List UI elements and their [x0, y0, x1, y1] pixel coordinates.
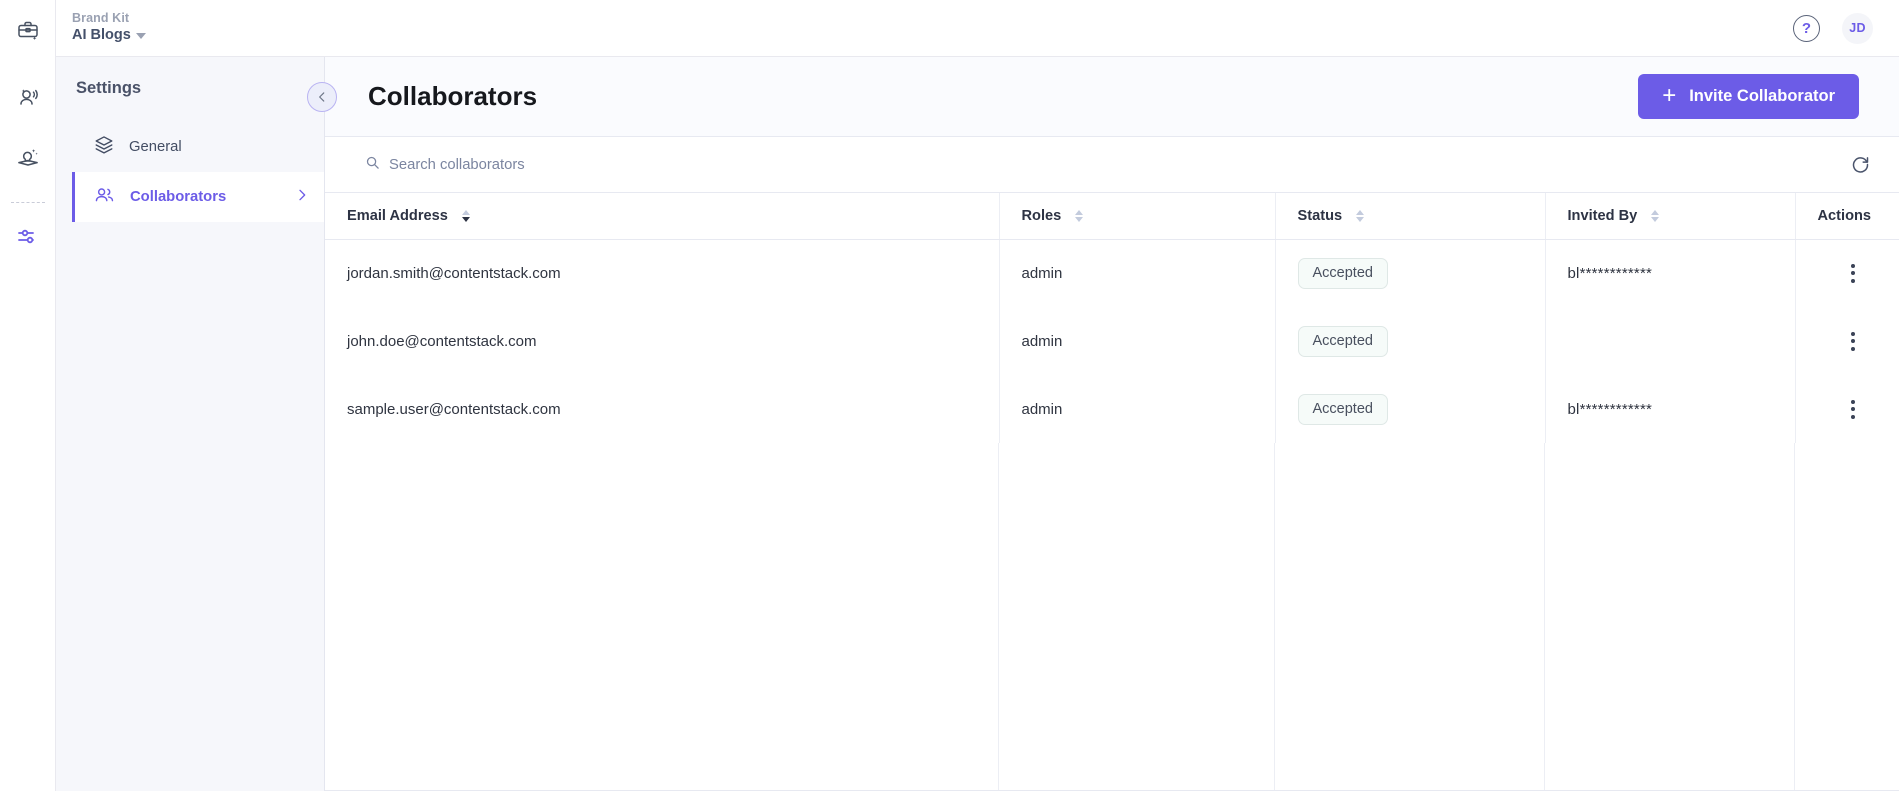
column-header-actions: Actions	[1795, 193, 1899, 240]
sort-toggle-invited-by[interactable]	[1651, 209, 1660, 222]
rail-divider	[10, 202, 45, 203]
table-empty-space	[325, 443, 1899, 790]
refresh-icon[interactable]	[1850, 154, 1871, 175]
cell-role: admin	[999, 375, 1276, 443]
search-field-group	[365, 155, 1850, 175]
collaborators-table: Email Address Roles Status Invited By Ac…	[325, 193, 1899, 443]
status-badge: Accepted	[1297, 257, 1388, 289]
brand-kit-label: Brand Kit	[72, 11, 130, 26]
status-badge: Accepted	[1297, 325, 1388, 357]
plus-icon: +	[1662, 81, 1677, 109]
app-root: Brand Kit AI Blogs ? JD Settings General…	[0, 0, 1899, 791]
row-actions-menu-icon[interactable]	[1842, 331, 1864, 351]
table-header-row: Email Address Roles Status Invited By Ac…	[325, 193, 1899, 240]
cell-invited-by	[1545, 307, 1796, 375]
sidebar-item-collaborators[interactable]: Collaborators	[72, 172, 324, 222]
cell-email: sample.user@contentstack.com	[325, 375, 1000, 443]
table-row[interactable]: sample.user@contentstack.com admin Accep…	[325, 375, 1899, 443]
sliders-icon[interactable]	[8, 217, 48, 257]
status-badge: Accepted	[1297, 393, 1388, 425]
row-actions-menu-icon[interactable]	[1842, 399, 1864, 419]
search-input[interactable]	[389, 156, 729, 173]
search-row	[325, 137, 1899, 193]
users-icon	[93, 184, 116, 211]
column-label: Actions	[1817, 207, 1872, 224]
column-header-status[interactable]: Status	[1275, 193, 1546, 240]
cell-email: john.doe@contentstack.com	[325, 307, 1000, 375]
content-panel: Collaborators + Invite Collaborator Sear…	[307, 57, 1899, 791]
cell-status: Accepted	[1275, 375, 1546, 443]
table-body: jordan.smith@contentstack.com admin Acce…	[325, 239, 1899, 443]
invite-collaborator-label: Invite Collaborator	[1689, 87, 1835, 105]
briefcase-sparkle-icon[interactable]	[8, 10, 48, 50]
row-actions-menu-icon[interactable]	[1842, 263, 1864, 283]
cell-status: Accepted	[1275, 239, 1546, 307]
cell-invited-by: bl************	[1545, 375, 1796, 443]
back-button[interactable]	[307, 81, 337, 112]
column-label: Invited By	[1567, 207, 1638, 224]
column-header-roles[interactable]: Roles	[999, 193, 1276, 240]
cell-actions	[1795, 239, 1899, 307]
left-icon-rail	[0, 0, 56, 791]
page-header: Collaborators + Invite Collaborator	[307, 57, 1899, 137]
column-header-invited-by[interactable]: Invited By	[1545, 193, 1796, 240]
column-label: Status	[1297, 207, 1343, 224]
sidebar-title: Settings	[76, 79, 142, 97]
column-label: Email Address	[347, 207, 448, 224]
brand-switcher[interactable]: Brand Kit AI Blogs	[72, 11, 146, 44]
main-column: Brand Kit AI Blogs ? JD Settings General…	[56, 0, 1899, 791]
table-row[interactable]: jordan.smith@contentstack.com admin Acce…	[325, 239, 1899, 307]
sidebar-item-label: Collaborators	[130, 189, 227, 205]
chevron-right-icon	[294, 187, 310, 207]
sort-toggle-email[interactable]	[461, 209, 470, 222]
body-split: Settings General Collaborators Collabora…	[56, 57, 1899, 791]
sidebar-item-general[interactable]: General	[72, 122, 324, 172]
settings-sidebar: Settings General Collaborators	[56, 57, 325, 791]
brand-name: AI Blogs	[72, 27, 131, 44]
idea-sparkle-icon[interactable]	[8, 138, 48, 178]
search-icon	[365, 155, 380, 175]
cell-invited-by: bl************	[1545, 239, 1796, 307]
collaborators-table-wrap: Email Address Roles Status Invited By Ac…	[325, 193, 1899, 791]
page-title: Collaborators	[368, 81, 538, 111]
help-icon[interactable]: ?	[1793, 14, 1820, 42]
column-header-email[interactable]: Email Address	[325, 193, 1000, 240]
cell-role: admin	[999, 239, 1276, 307]
top-bar: Brand Kit AI Blogs ? JD	[56, 0, 1899, 57]
cell-status: Accepted	[1275, 307, 1546, 375]
table-head: Email Address Roles Status Invited By Ac…	[325, 193, 1899, 240]
column-label: Roles	[1021, 207, 1062, 224]
cell-actions	[1795, 307, 1899, 375]
avatar[interactable]: JD	[1842, 12, 1873, 44]
layers-icon	[93, 134, 115, 160]
sort-toggle-status[interactable]	[1356, 209, 1365, 222]
cell-actions	[1795, 375, 1899, 443]
cell-email: jordan.smith@contentstack.com	[325, 239, 1000, 307]
chevron-down-icon[interactable]	[135, 32, 146, 39]
sidebar-item-label: General	[129, 139, 182, 155]
top-bar-actions: ? JD	[1793, 12, 1873, 44]
cell-role: admin	[999, 307, 1276, 375]
sort-toggle-roles[interactable]	[1075, 209, 1084, 222]
invite-collaborator-button[interactable]: + Invite Collaborator	[1638, 74, 1859, 119]
persona-audio-icon[interactable]	[8, 78, 48, 118]
table-row[interactable]: john.doe@contentstack.com admin Accepted	[325, 307, 1899, 375]
